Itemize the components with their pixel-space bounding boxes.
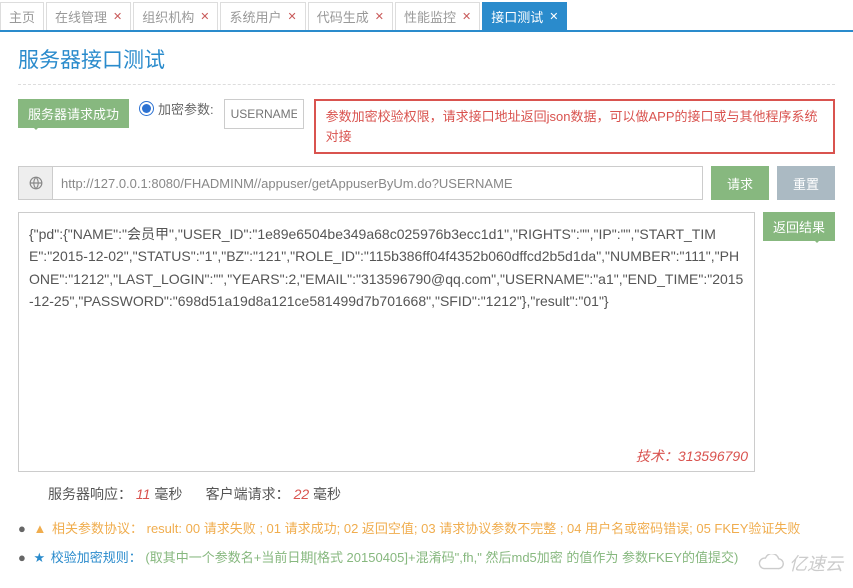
tab-users[interactable]: 系统用户✕ <box>220 2 305 30</box>
star-icon: ★ <box>33 550 45 565</box>
warning-icon: ▲ <box>33 521 46 536</box>
url-input[interactable] <box>52 166 703 200</box>
encrypt-radio-label: 加密参数: <box>158 99 214 118</box>
close-icon[interactable]: ✕ <box>462 10 471 23</box>
footer-list: ● ▲ 相关参数协议： result: 00 请求失败 ; 01 请求成功; 0… <box>18 518 835 566</box>
list-item: ● ▲ 相关参数协议： result: 00 请求失败 ; 01 请求成功; 0… <box>18 518 835 537</box>
close-icon[interactable]: ✕ <box>288 10 297 23</box>
encrypt-radio[interactable]: 加密参数: <box>139 99 214 118</box>
param-input[interactable] <box>224 99 304 129</box>
tab-bar: 主页 在线管理✕ 组织机构✕ 系统用户✕ 代码生成✕ 性能监控✕ 接口测试✕ <box>0 0 853 32</box>
close-icon[interactable]: ✕ <box>200 10 209 23</box>
tab-online[interactable]: 在线管理✕ <box>46 2 131 30</box>
result-text: {"pd":{"NAME":"会员甲","USER_ID":"1e89e6504… <box>29 226 743 309</box>
cloud-icon <box>757 554 785 572</box>
reset-button[interactable]: 重置 <box>777 166 835 200</box>
result-box: {"pd":{"NAME":"会员甲","USER_ID":"1e89e6504… <box>18 212 755 472</box>
close-icon[interactable]: ✕ <box>113 10 122 23</box>
watermark: 亿速云 <box>757 550 843 576</box>
list-item: ● ★ 校验加密规则： (取其中一个参数名+当前日期[格式 20150405]+… <box>18 547 835 566</box>
close-icon[interactable]: ✕ <box>375 10 384 23</box>
status-badge: 服务器请求成功 <box>18 99 129 128</box>
encrypt-radio-input[interactable] <box>139 101 154 116</box>
globe-icon <box>18 166 52 200</box>
page-title: 服务器接口测试 <box>18 44 835 85</box>
request-button[interactable]: 请求 <box>711 166 769 200</box>
tab-codegen[interactable]: 代码生成✕ <box>308 2 393 30</box>
tab-perf[interactable]: 性能监控✕ <box>395 2 480 30</box>
tab-apitest[interactable]: 接口测试✕ <box>482 2 567 30</box>
timing-row: 服务器响应： 11 毫秒 客户端请求： 22 毫秒 <box>48 484 835 504</box>
tab-home[interactable]: 主页 <box>0 2 44 30</box>
tech-contact: 技术：313596790 <box>636 445 748 467</box>
result-badge: 返回结果 <box>763 212 835 241</box>
url-group <box>18 166 703 200</box>
note-box: 参数加密校验权限，请求接口地址返回json数据，可以做APP的接口或与其他程序系… <box>314 99 835 154</box>
content-area: 服务器接口测试 服务器请求成功 加密参数: 参数加密校验权限，请求接口地址返回j… <box>0 32 853 588</box>
tab-org[interactable]: 组织机构✕ <box>133 2 218 30</box>
close-icon[interactable]: ✕ <box>549 10 558 23</box>
